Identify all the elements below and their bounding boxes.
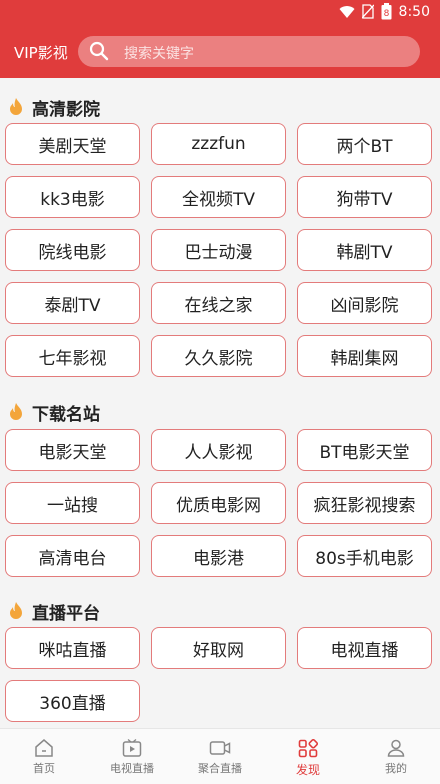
home-icon: [35, 739, 53, 757]
flame-icon: [10, 403, 22, 420]
site-tile[interactable]: 韩剧集网: [297, 335, 432, 377]
site-tile[interactable]: zzzfun: [151, 123, 286, 165]
site-tile[interactable]: 巴士动漫: [151, 229, 286, 271]
app-title: VIP影视: [14, 44, 68, 62]
site-tile[interactable]: 狗带TV: [297, 176, 432, 218]
search-placeholder: 搜索关键字: [124, 46, 194, 62]
flame-icon: [10, 98, 22, 115]
search-input[interactable]: 搜索关键字: [78, 36, 420, 67]
video-camera-icon: [209, 741, 231, 755]
site-tile[interactable]: 在线之家: [151, 282, 286, 324]
status-bar: 8 8:50: [0, 0, 440, 26]
site-tile[interactable]: kk3电影: [5, 176, 140, 218]
status-icons: 8 8:50: [339, 3, 430, 20]
discover-content: 高清影院 美剧天堂 zzzfun 两个BT kk3电影 全视频TV 狗带TV 院线电影 巴士动…: [0, 78, 440, 728]
user-icon: [387, 739, 405, 757]
site-tile[interactable]: 电影港: [151, 535, 286, 577]
tv-icon: [122, 739, 142, 757]
section-title-hd-cinema: 高清影院: [8, 95, 100, 120]
site-tile[interactable]: 80s手机电影: [297, 535, 432, 577]
site-tile[interactable]: 电影天堂: [5, 429, 140, 471]
top-header: VIP影视 搜索关键字: [0, 26, 440, 78]
wifi-icon: [339, 5, 355, 18]
site-tile[interactable]: 360直播: [5, 680, 140, 722]
site-grid-live-platforms: 咪咕直播 好取网 电视直播 360直播: [5, 627, 435, 722]
flame-icon: [10, 602, 22, 619]
nav-aggregate-live[interactable]: 聚合直播: [176, 729, 264, 784]
nav-profile[interactable]: 我的: [352, 729, 440, 784]
svg-text:8: 8: [383, 9, 389, 19]
site-tile[interactable]: 全视频TV: [151, 176, 286, 218]
site-tile[interactable]: 咪咕直播: [5, 627, 140, 669]
site-tile[interactable]: 凶间影院: [297, 282, 432, 324]
site-tile[interactable]: 高清电台: [5, 535, 140, 577]
nav-tv-live[interactable]: 电视直播: [88, 729, 176, 784]
site-tile[interactable]: 美剧天堂: [5, 123, 140, 165]
site-tile[interactable]: 久久影院: [151, 335, 286, 377]
site-tile[interactable]: 韩剧TV: [297, 229, 432, 271]
nav-home[interactable]: 首页: [0, 729, 88, 784]
nav-discover[interactable]: 发现: [264, 729, 352, 784]
site-grid-hd-cinema: 美剧天堂 zzzfun 两个BT kk3电影 全视频TV 狗带TV 院线电影 巴士动漫 韩剧TV…: [5, 123, 435, 377]
site-tile[interactable]: 泰剧TV: [5, 282, 140, 324]
site-tile[interactable]: 七年影视: [5, 335, 140, 377]
search-icon: [89, 41, 109, 61]
section-title-live-platforms: 直播平台: [8, 599, 100, 624]
site-tile[interactable]: 优质电影网: [151, 482, 286, 524]
site-tile[interactable]: 院线电影: [5, 229, 140, 271]
bottom-nav: 首页 电视直播 聚合直播 发现 我的: [0, 728, 440, 784]
site-tile[interactable]: 电视直播: [297, 627, 432, 669]
site-tile[interactable]: BT电影天堂: [297, 429, 432, 471]
site-tile[interactable]: 好取网: [151, 627, 286, 669]
site-grid-download-sites: 电影天堂 人人影视 BT电影天堂一站搜 优质电影网 疯狂影视搜索高清电台 电影港 80s手机…: [5, 429, 435, 577]
section-title-download-sites: 下载名站: [8, 400, 100, 425]
battery-icon: 8: [381, 3, 392, 20]
site-tile[interactable]: 疯狂影视搜索: [297, 482, 432, 524]
grid-icon: [298, 739, 318, 758]
clock: 8:50: [398, 3, 430, 20]
site-tile[interactable]: 人人影视: [151, 429, 286, 471]
site-tile[interactable]: 两个BT: [297, 123, 432, 165]
no-sim-icon: [361, 4, 374, 19]
site-tile[interactable]: 一站搜: [5, 482, 140, 524]
